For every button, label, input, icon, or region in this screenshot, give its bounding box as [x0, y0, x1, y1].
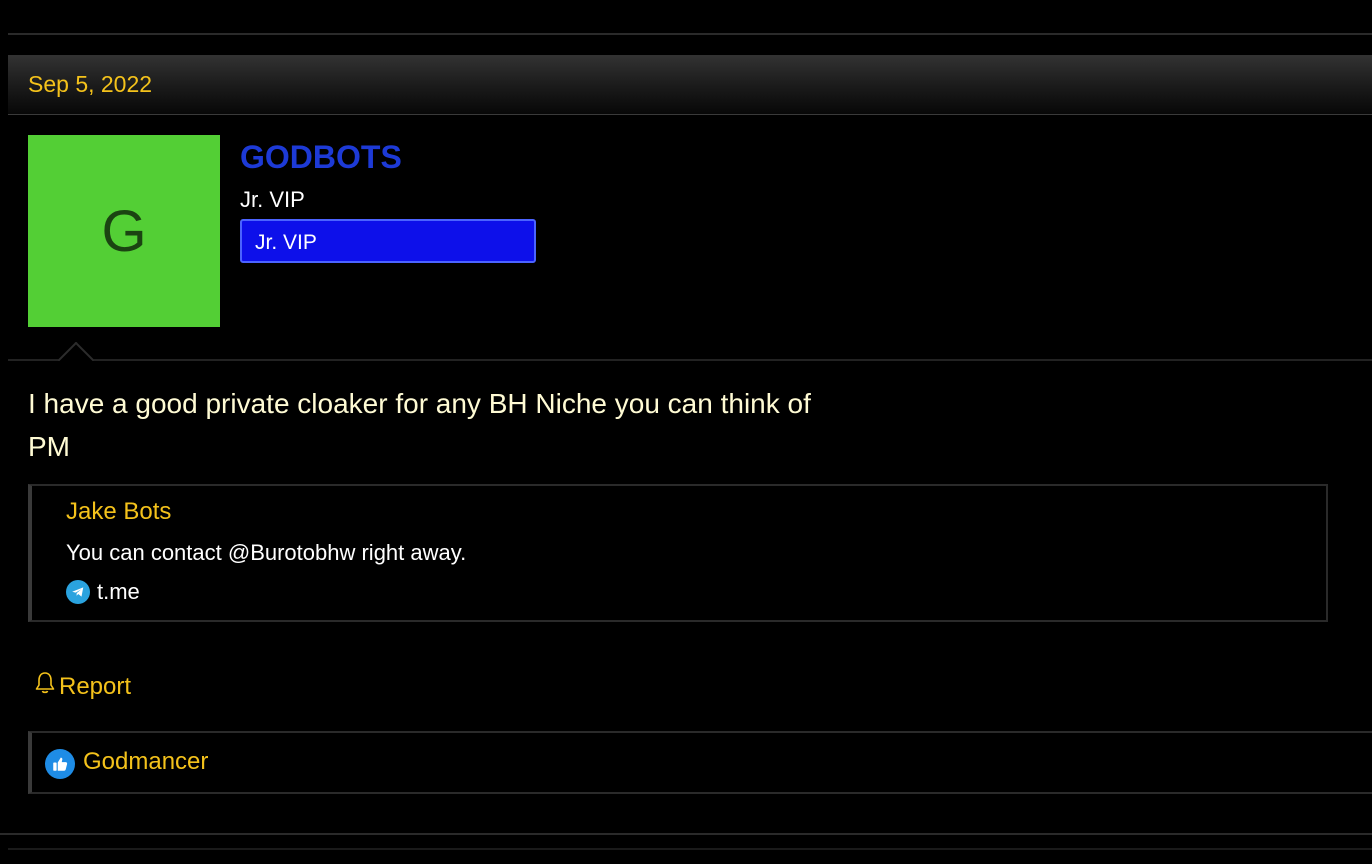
quote-text: You can contact @Burotobhw right away. — [66, 540, 467, 565]
user-info-divider — [8, 359, 1372, 361]
quote-author-link[interactable]: Jake Bots — [66, 498, 171, 526]
message-body: I have a good private cloaker for any BH… — [28, 382, 811, 468]
user-banner: Jr. VIP — [240, 219, 536, 263]
telegram-link[interactable]: t.me — [66, 579, 140, 605]
user-info-arrow — [58, 342, 94, 361]
reaction-user-link[interactable]: Godmancer — [83, 748, 208, 776]
message-line: PM — [28, 431, 70, 462]
telegram-link-label: t.me — [97, 579, 140, 604]
post-header: Sep 5, 2022 — [8, 55, 1372, 115]
quote-block: Jake Bots You can contact @Burotobhw rig… — [28, 484, 1328, 622]
thumbs-up-icon — [45, 749, 75, 779]
bottom-divider-secondary — [8, 848, 1372, 850]
forum-post-page: Sep 5, 2022 G GODBOTS Jr. VIP Jr. VIP I … — [0, 0, 1372, 864]
telegram-icon — [66, 580, 90, 604]
post-date-link[interactable]: Sep 5, 2022 — [28, 71, 152, 98]
avatar-letter: G — [101, 198, 147, 264]
report-label: Report — [59, 672, 132, 700]
bottom-divider — [0, 833, 1372, 835]
bell-icon — [33, 670, 57, 703]
report-button[interactable]: Report — [33, 670, 131, 703]
user-title: Jr. VIP — [240, 187, 305, 212]
top-divider — [8, 33, 1372, 35]
avatar[interactable]: G — [28, 135, 220, 327]
username-link[interactable]: GODBOTS — [240, 139, 402, 176]
reaction-bar: Godmancer — [28, 731, 1372, 794]
message-line: I have a good private cloaker for any BH… — [28, 388, 811, 419]
